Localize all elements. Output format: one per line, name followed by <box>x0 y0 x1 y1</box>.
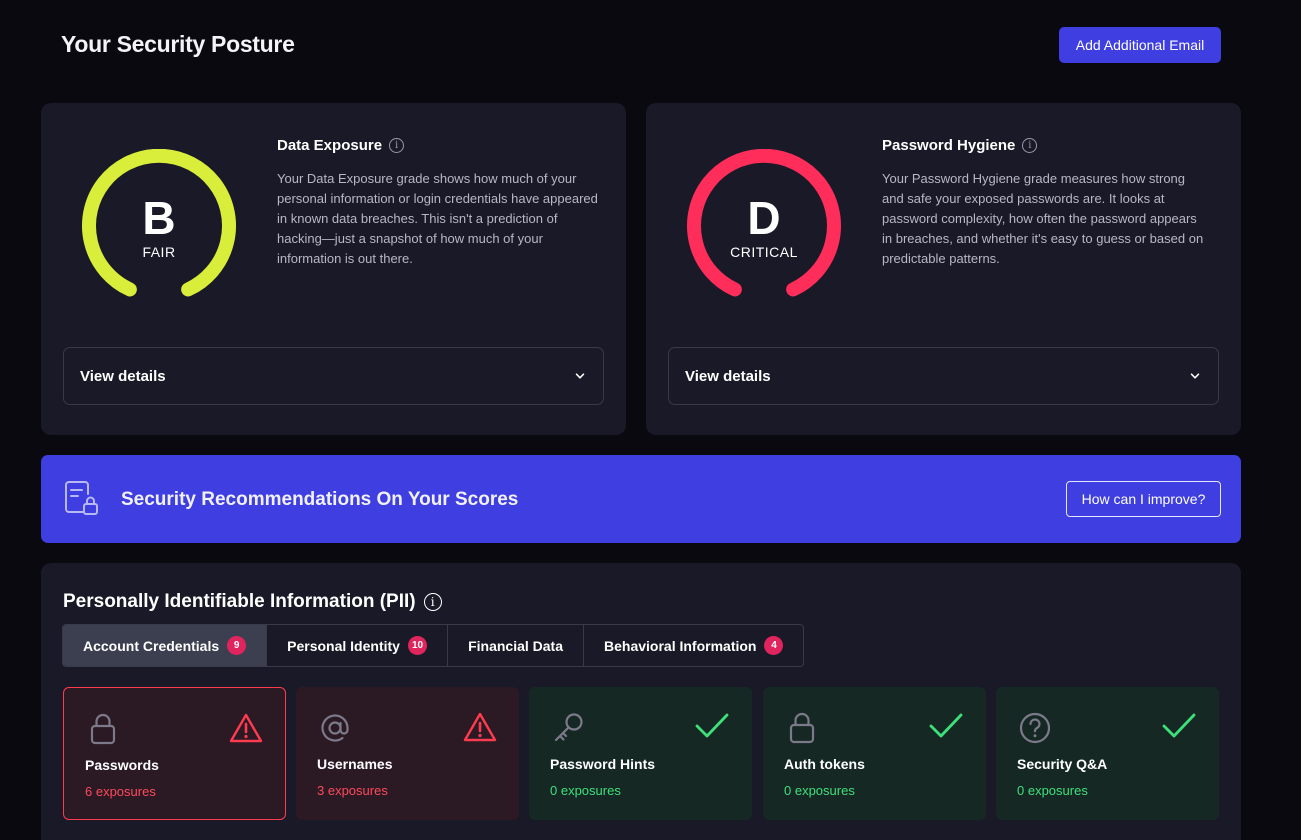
at-sign-icon <box>321 714 349 742</box>
page-title: Your Security Posture <box>61 31 295 57</box>
pii-title: Personally Identifiable Information (PII… <box>63 591 442 613</box>
how-can-i-improve-button[interactable]: How can I improve? <box>1066 481 1221 517</box>
card-title: Password Hygiene i <box>882 137 1038 154</box>
banner-title: Security Recommendations On Your Scores <box>121 489 519 510</box>
add-additional-email-button[interactable]: Add Additional Email <box>1059 27 1221 63</box>
tab-count-badge: 10 <box>407 636 428 655</box>
view-details-dropdown[interactable]: View details <box>668 347 1219 405</box>
grade-letter: B <box>142 192 176 244</box>
grade-label: CRITICAL <box>730 244 798 260</box>
tile-auth-tokens[interactable]: Auth tokens 0 exposures <box>763 687 986 820</box>
tab-label: Behavioral Information <box>604 637 757 654</box>
warning-icon <box>229 713 263 743</box>
card-description: Your Password Hygiene grade measures how… <box>882 171 1204 266</box>
card-title-text: Password Hygiene <box>882 137 1016 154</box>
info-icon[interactable]: i <box>389 138 405 153</box>
warning-icon <box>463 712 497 742</box>
chevron-down-icon <box>575 373 585 379</box>
card-title: Data Exposure i <box>277 137 405 154</box>
tile-exposure-count: 0 exposures <box>1017 783 1088 798</box>
tile-name: Auth tokens <box>784 756 865 772</box>
data-exposure-card: B FAIR Data Exposure i Your Data Exposur… <box>41 103 626 435</box>
grade-label: FAIR <box>142 244 176 260</box>
tab-label: Personal Identity <box>287 637 400 654</box>
document-lock-icon <box>65 481 98 515</box>
tile-name: Usernames <box>317 756 393 772</box>
tile-name: Passwords <box>85 757 159 773</box>
lock-icon <box>90 713 116 745</box>
pii-tabs: Account Credentials 9 Personal Identity … <box>62 624 805 667</box>
card-title-text: Data Exposure <box>277 137 383 154</box>
password-hygiene-gauge: D CRITICAL <box>684 149 844 309</box>
tab-personal-identity[interactable]: Personal Identity 10 <box>267 625 449 666</box>
password-hygiene-card: D CRITICAL Password Hygiene i Your Passw… <box>646 103 1241 435</box>
tab-financial-data[interactable]: Financial Data <box>448 625 584 666</box>
tile-password-hints[interactable]: Password Hints 0 exposures <box>529 687 752 820</box>
question-circle-icon <box>1019 712 1051 744</box>
tile-exposure-count: 0 exposures <box>550 783 621 798</box>
tab-count-badge: 4 <box>764 636 784 655</box>
tab-account-credentials[interactable]: Account Credentials 9 <box>63 625 268 666</box>
tile-exposure-count: 3 exposures <box>317 783 388 798</box>
tile-exposure-count: 6 exposures <box>85 784 156 799</box>
info-icon[interactable]: i <box>423 593 442 611</box>
key-icon <box>554 713 583 742</box>
grade-letter: D <box>747 192 781 244</box>
chevron-down-icon <box>1190 373 1200 379</box>
check-icon <box>929 713 963 738</box>
tile-name: Security Q&A <box>1017 756 1108 772</box>
lock-icon <box>789 712 815 744</box>
tab-behavioral-information[interactable]: Behavioral Information 4 <box>584 625 803 666</box>
tab-count-badge: 9 <box>227 636 247 655</box>
card-description: Your Data Exposure grade shows how much … <box>277 171 598 266</box>
view-details-label: View details <box>80 367 166 385</box>
pii-section: Personally Identifiable Information (PII… <box>41 563 1241 840</box>
info-icon[interactable]: i <box>1022 138 1038 153</box>
tile-security-qa[interactable]: Security Q&A 0 exposures <box>996 687 1219 820</box>
pii-title-text: Personally Identifiable Information (PII… <box>63 591 416 612</box>
tile-exposure-count: 0 exposures <box>784 783 855 798</box>
view-details-dropdown[interactable]: View details <box>63 347 604 405</box>
check-icon <box>1162 713 1196 738</box>
tab-label: Financial Data <box>468 637 563 654</box>
tile-name: Password Hints <box>550 756 656 772</box>
check-icon <box>695 713 729 738</box>
tile-usernames[interactable]: Usernames 3 exposures <box>296 687 519 820</box>
tile-passwords[interactable]: Passwords 6 exposures <box>63 687 286 820</box>
data-exposure-gauge: B FAIR <box>79 149 239 309</box>
tab-label: Account Credentials <box>83 637 220 654</box>
security-recommendations-banner: Security Recommendations On Your Scores … <box>41 455 1241 543</box>
view-details-label: View details <box>685 367 771 385</box>
